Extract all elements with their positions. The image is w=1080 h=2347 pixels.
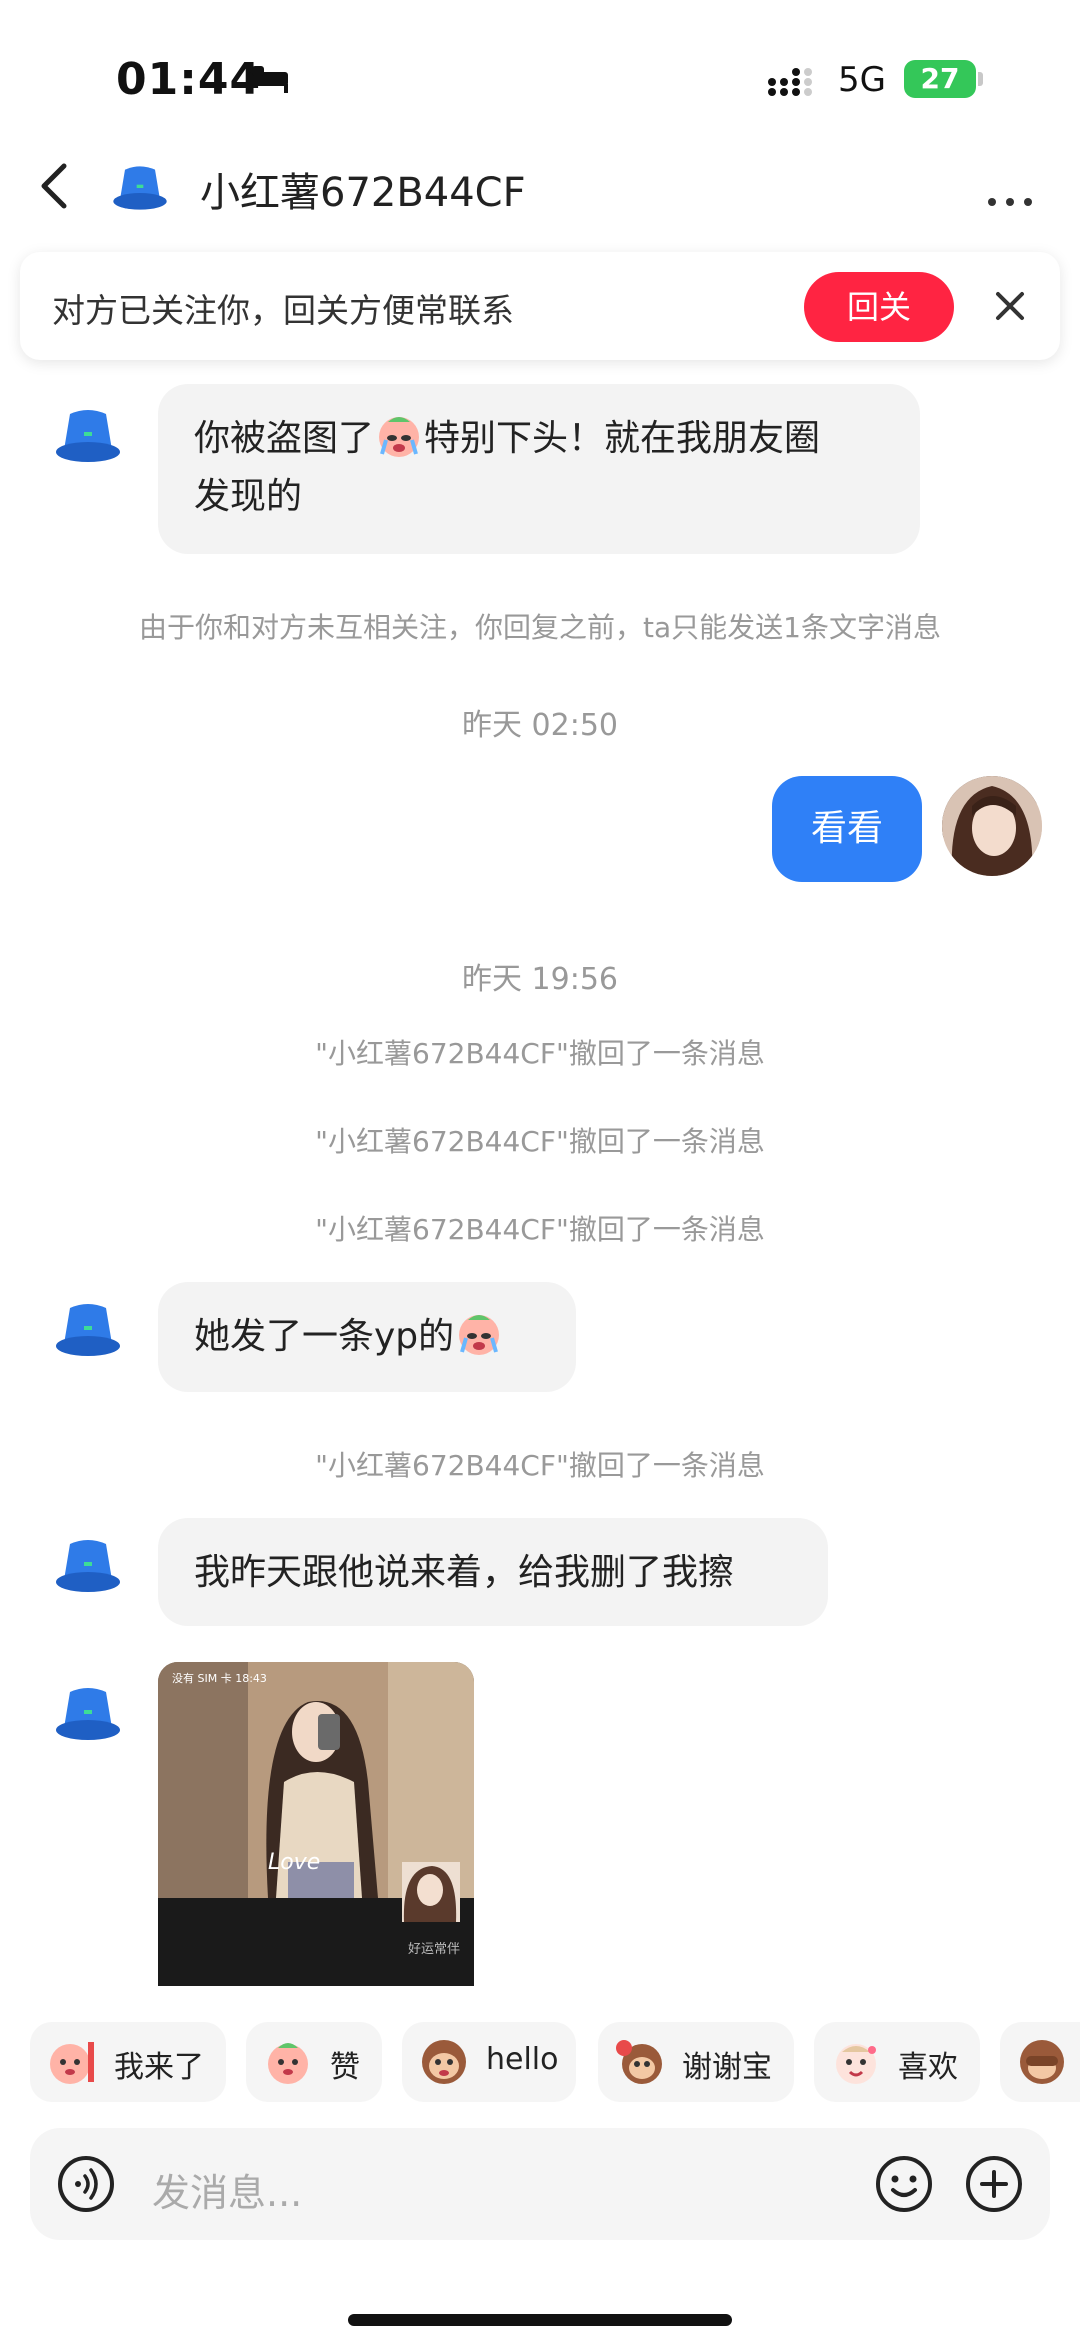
crying-face-emoji-icon: [379, 417, 420, 457]
monkey-sticker-icon: [422, 2040, 466, 2084]
photo-caption: Love: [268, 1850, 321, 1875]
sender-avatar-hat-icon[interactable]: [52, 400, 124, 472]
voice-input-icon[interactable]: [56, 2154, 116, 2214]
message-text: 你被盗图了: [194, 418, 375, 459]
more-options-icon[interactable]: [980, 160, 1040, 216]
system-notice: 由于你和对方未互相关注，你回复之前，ta只能发送1条文字消息: [139, 611, 941, 644]
crying-face-emoji-icon: [459, 1315, 500, 1355]
quick-reply-chip[interactable]: 谢谢宝: [598, 2022, 794, 2102]
sender-avatar-hat-icon[interactable]: [52, 1678, 124, 1750]
sleep-focus-icon: [248, 66, 288, 93]
image-message[interactable]: 没有 SIM 卡 18:43 Love 好运常伴: [158, 1662, 474, 1986]
my-avatar-portrait-icon: [942, 776, 1042, 876]
my-message-bubble[interactable]: 看看: [772, 776, 922, 882]
home-indicator[interactable]: [348, 2314, 732, 2326]
message-text-line2: 发现的: [194, 476, 303, 517]
add-attachment-icon[interactable]: [964, 2154, 1024, 2214]
follow-back-text: 对方已关注你，回关方便常联系: [52, 291, 514, 330]
my-message-text: 看看: [810, 808, 883, 849]
battery-tip: [978, 72, 983, 86]
quick-reply-label: 赞: [330, 2050, 360, 2085]
waving-face-sticker-icon: [50, 2042, 94, 2084]
sender-avatar-hat-icon[interactable]: [52, 1530, 124, 1602]
recall-notice: "小红薯672B44CF"撤回了一条消息: [315, 1037, 765, 1070]
recall-notice: "小红薯672B44CF"撤回了一条消息: [315, 1213, 765, 1246]
recall-notice: "小红薯672B44CF"撤回了一条消息: [315, 1125, 765, 1158]
quick-reply-chip[interactable]: 赞: [246, 2022, 382, 2102]
message-bubble[interactable]: 你被盗图了 特别下头！就在我朋友圈 发现的: [158, 384, 920, 554]
message-input[interactable]: 发消息...: [152, 2162, 302, 2217]
photo-status-text: 没有 SIM 卡 18:43: [172, 1672, 267, 1685]
quick-reply-chip[interactable]: 我来了: [30, 2022, 226, 2102]
battery-indicator: 27: [904, 60, 976, 98]
message-text-cont: 特别下头！就在我朋友圈: [424, 418, 821, 459]
back-arrow-icon[interactable]: [30, 154, 80, 218]
timestamp: 昨天 19:56: [462, 962, 618, 997]
message-input-bar: 发消息...: [30, 2128, 1050, 2240]
chat-header: 小红薯672B44CF: [0, 140, 1080, 240]
emoji-picker-icon[interactable]: [874, 2154, 934, 2214]
photo-watermark: 好运常伴: [408, 1942, 461, 1957]
quick-reply-bar: 我来了 赞 hello 谢谢宝 喜欢: [0, 2022, 1080, 2106]
message-bubble[interactable]: 她发了一条yp的: [158, 1282, 576, 1392]
quick-reply-label: 谢谢宝: [682, 2050, 772, 2085]
quick-reply-label: 喜欢: [898, 2050, 958, 2085]
sender-avatar-hat-icon[interactable]: [52, 1294, 124, 1366]
contact-name[interactable]: 小红薯672B44CF: [200, 160, 526, 218]
follow-back-button[interactable]: 回关: [804, 272, 954, 342]
thumbs-face-sticker-icon: [268, 2043, 308, 2084]
quick-reply-label: hello: [486, 2042, 559, 2077]
contact-avatar-hat-icon[interactable]: [110, 158, 170, 218]
timestamp: 昨天 02:50: [462, 708, 618, 743]
monkey-cover-eyes-sticker-icon: [1020, 2040, 1064, 2084]
message-bubble[interactable]: 我昨天跟他说来着，给我删了我擦: [158, 1518, 828, 1626]
status-time: 01:44: [116, 54, 262, 105]
recall-notice: "小红薯672B44CF"撤回了一条消息: [315, 1449, 765, 1482]
heart-face-sticker-icon: [836, 2044, 876, 2084]
quick-reply-chip[interactable]: hello: [402, 2022, 576, 2102]
monkey-rose-sticker-icon: [616, 2040, 662, 2084]
network-type: 5G: [838, 60, 886, 100]
message-text: 她发了一条yp的: [194, 1316, 455, 1357]
quick-reply-label: 我来了: [114, 2050, 204, 2085]
quick-reply-chip[interactable]: 喜欢: [814, 2022, 980, 2102]
close-icon[interactable]: [986, 282, 1034, 330]
follow-back-banner: 对方已关注你，回关方便常联系 回关: [20, 252, 1060, 360]
cellular-signal-icon: [768, 68, 812, 96]
status-bar: 01:44 5G 27: [0, 0, 1080, 150]
my-avatar[interactable]: [942, 776, 1042, 876]
message-text: 我昨天跟他说来着，给我删了我擦: [194, 1552, 735, 1593]
quick-reply-chip-partial[interactable]: [1000, 2022, 1080, 2102]
